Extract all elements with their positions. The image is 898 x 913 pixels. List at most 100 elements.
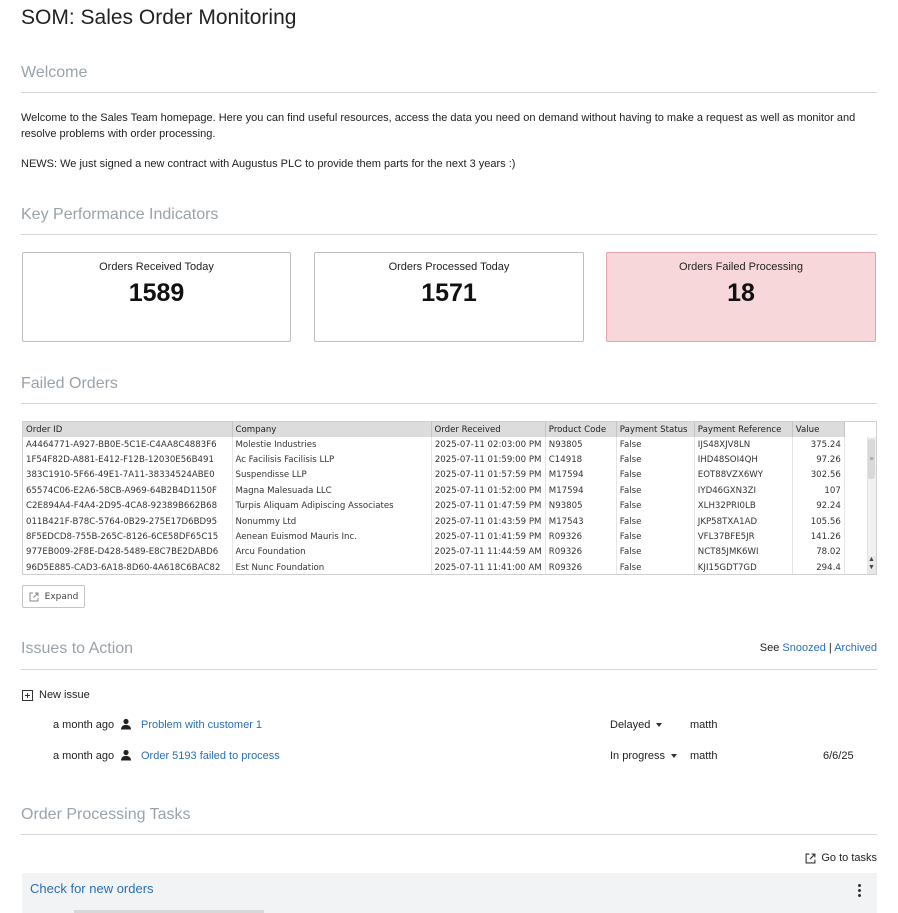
cell-company: Suspendisse LLP: [232, 467, 432, 484]
col-header-order-id[interactable]: Order ID: [23, 422, 233, 437]
new-issue-label: New issue: [39, 689, 90, 701]
cell-value: 375.24: [792, 437, 845, 453]
kpi-value: 1571: [421, 279, 477, 307]
issue-time: a month ago: [53, 719, 115, 731]
kpi-value: 1589: [128, 279, 185, 307]
table-row[interactable]: 65574C06-E2A6-58CB-A969-64B2B4D1150F Magn…: [23, 483, 845, 499]
issue-title-link[interactable]: Problem with customer 1: [141, 719, 262, 731]
cell-company: Ac Facilisis Facilisis LLP: [232, 452, 432, 468]
cell-company: Arcu Foundation: [232, 544, 432, 561]
cell-order-received: 2025-07-11 01:47:59 PM: [431, 498, 546, 514]
issue-status-label: In progress: [610, 750, 666, 762]
user-icon: [121, 718, 131, 730]
cell-product-code: R09326: [545, 529, 617, 545]
kpi-value: 18: [727, 279, 755, 307]
expand-button[interactable]: Expand: [22, 585, 85, 608]
cell-value: 92.24: [792, 498, 845, 514]
tasks-divider: [21, 834, 877, 835]
cell-order-received: 2025-07-11 02:03:00 PM: [431, 437, 546, 453]
table-row[interactable]: C2E894A4-F4A4-2D95-4CA8-92389B662B68 Turp…: [23, 498, 845, 514]
cell-order-id: 96D5E885-CAD3-6A18-8D60-4A618C6BAC82: [23, 560, 233, 574]
user-icon: [121, 749, 131, 761]
external-link-icon: [29, 592, 39, 602]
kpi-label: Orders Failed Processing: [678, 261, 804, 273]
issue-title-link[interactable]: Order 5193 failed to process: [141, 750, 280, 762]
table-row[interactable]: 8F5EDCD8-755B-265C-8126-6CE58DF65C15 Aene…: [23, 529, 845, 545]
task-card[interactable]: Check for new orders: [22, 873, 877, 913]
table-row[interactable]: 383C1910-5F66-49E1-7A11-38334524ABE0 Susp…: [23, 467, 845, 484]
welcome-divider: [21, 92, 877, 93]
failed-orders-table[interactable]: Order ID Company Order Received Product …: [22, 421, 877, 575]
failed-orders-heading: Failed Orders: [21, 375, 118, 392]
cell-order-received: 2025-07-11 11:44:59 AM: [431, 544, 546, 561]
page-title: SOM: Sales Order Monitoring: [21, 6, 297, 29]
plus-box-icon: [22, 689, 33, 701]
tasks-heading: Order Processing Tasks: [21, 806, 191, 823]
cell-payment-reference: XLH32PRI0LB: [694, 498, 793, 514]
cell-company: Turpis Aliquam Adipiscing Associates: [232, 498, 432, 514]
cell-order-id: 65574C06-E2A6-58CB-A969-64B2B4D1150F: [23, 483, 233, 499]
issue-due-date: 6/6/25: [823, 750, 854, 762]
scroll-grip-icon: ≡: [869, 456, 874, 463]
caret-down-icon: [656, 723, 663, 728]
cell-order-id: A4464771-A927-BB0E-5C1E-C4AA8C4883F6: [23, 437, 233, 453]
table-row[interactable]: A4464771-A927-BB0E-5C1E-C4AA8C4883F6 Mole…: [23, 437, 845, 453]
issue-status-dropdown[interactable]: In progress: [610, 750, 678, 762]
cell-payment-reference: IJS48XJV8LN: [694, 437, 793, 453]
cell-product-code: N93805: [545, 437, 617, 453]
cell-value: 78.02: [792, 544, 845, 561]
cell-order-id: 1F54F82D-A881-E412-F12B-12030E56B491: [23, 452, 233, 468]
col-header-payment-reference[interactable]: Payment Reference: [694, 422, 793, 437]
col-header-order-received[interactable]: Order Received: [431, 422, 546, 437]
cell-order-received: 2025-07-11 01:57:59 PM: [431, 467, 546, 484]
cell-order-received: 2025-07-11 01:43:59 PM: [431, 513, 546, 530]
table-row[interactable]: 011B421F-B78C-5764-0B29-275E17D6BD95 Nonu…: [23, 513, 845, 530]
issues-divider: [21, 669, 877, 670]
col-header-value[interactable]: Value: [792, 422, 845, 437]
cell-value: 105.56: [792, 513, 845, 530]
kpi-card-orders-received: Orders Received Today 1589: [22, 252, 291, 342]
new-issue-button[interactable]: New issue: [22, 689, 90, 701]
table-header-row: Order ID Company Order Received Product …: [23, 422, 845, 437]
issue-time: a month ago: [53, 750, 115, 762]
link-separator: |: [828, 642, 832, 654]
kebab-menu-icon[interactable]: [858, 884, 861, 898]
cell-order-id: 977EB009-2F8E-D428-5489-E8C7BE2DABD6: [23, 544, 233, 561]
cell-payment-reference: IYD46GXN3ZI: [694, 483, 793, 499]
cell-product-code: R09326: [545, 544, 617, 561]
table-row[interactable]: 977EB009-2F8E-D428-5489-E8C7BE2DABD6 Arcu…: [23, 544, 845, 561]
cell-order-received: 2025-07-11 01:41:59 PM: [431, 529, 546, 545]
snoozed-link[interactable]: Snoozed: [782, 642, 825, 654]
cell-value: 302.56: [792, 467, 845, 484]
cell-payment-reference: NCT85JMK6WI: [694, 544, 793, 561]
archived-link[interactable]: Archived: [834, 642, 877, 654]
kpi-divider: [21, 234, 877, 235]
table-row[interactable]: 96D5E885-CAD3-6A18-8D60-4A618C6BAC82 Est …: [23, 560, 845, 574]
cell-company: Molestie Industries: [232, 437, 432, 453]
failed-orders-divider: [21, 403, 877, 404]
cell-payment-status: False: [616, 437, 695, 453]
table-row[interactable]: 1F54F82D-A881-E412-F12B-12030E56B491 Ac F…: [23, 452, 845, 468]
external-link-icon: [805, 853, 816, 863]
cell-order-id: 383C1910-5F66-49E1-7A11-38334524ABE0: [23, 467, 233, 484]
cell-order-received: 2025-07-11 01:52:00 PM: [431, 483, 546, 499]
caret-down-icon: [671, 754, 678, 759]
scroll-arrows-icon[interactable]: ▲ ▼: [867, 556, 876, 574]
cell-payment-status: False: [616, 560, 695, 574]
col-header-company[interactable]: Company: [232, 422, 432, 437]
go-to-tasks-link[interactable]: Go to tasks: [805, 852, 877, 864]
cell-payment-status: False: [616, 452, 695, 468]
cell-product-code: N93805: [545, 498, 617, 514]
task-title[interactable]: Check for new orders: [30, 881, 154, 896]
issue-status-dropdown[interactable]: Delayed: [610, 719, 663, 731]
cell-value: 97.26: [792, 452, 845, 468]
go-to-tasks-label: Go to tasks: [821, 852, 877, 864]
col-header-payment-status[interactable]: Payment Status: [616, 422, 695, 437]
kpi-card-orders-processed: Orders Processed Today 1571: [314, 252, 584, 342]
cell-order-id: 8F5EDCD8-755B-265C-8126-6CE58DF65C15: [23, 529, 233, 545]
orders-grid: Order ID Company Order Received Product …: [23, 422, 845, 574]
cell-payment-status: False: [616, 544, 695, 561]
col-header-product-code[interactable]: Product Code: [545, 422, 617, 437]
cell-value: 107: [792, 483, 845, 499]
cell-order-id: 011B421F-B78C-5764-0B29-275E17D6BD95: [23, 513, 233, 530]
